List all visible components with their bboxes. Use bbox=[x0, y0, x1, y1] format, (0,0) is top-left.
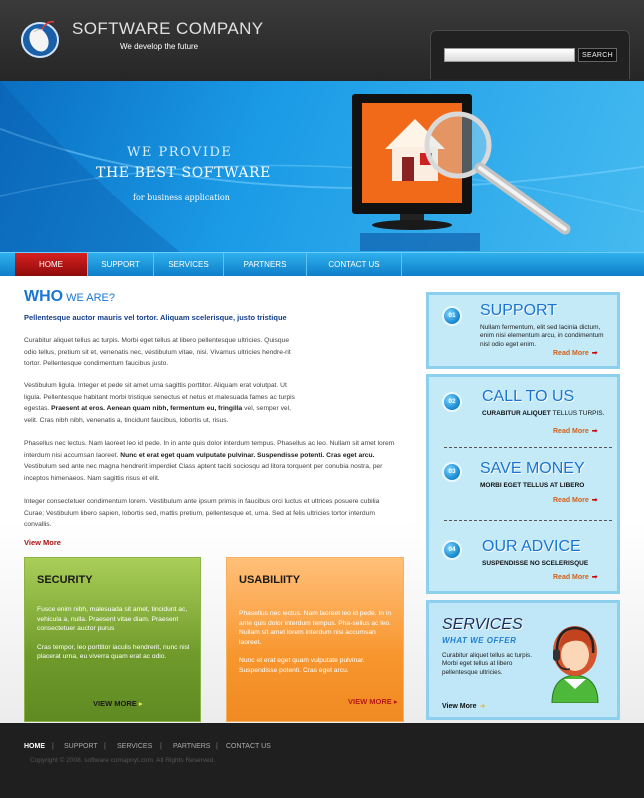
security-box: SECURITY Fusce enim nibh, malesuada sit … bbox=[24, 557, 201, 722]
info-panel: 02 CALL TO US CURABITUR ALIQUET TELLUS T… bbox=[426, 374, 620, 594]
arrow-right-icon: ➡ bbox=[591, 574, 598, 581]
services-title: SERVICES bbox=[442, 616, 523, 633]
save-title: SAVE MONEY bbox=[480, 460, 585, 477]
section-subtitle: Pellentesque auctor mauris vel tortor. A… bbox=[24, 313, 287, 322]
arrow-right-icon: ➡ bbox=[591, 428, 598, 435]
banner-line-3: for business application bbox=[133, 193, 230, 202]
footer-separator: | bbox=[104, 743, 106, 750]
number-badge-03: 03 bbox=[442, 462, 462, 482]
advice-title: OUR ADVICE bbox=[482, 538, 581, 555]
footer-link-support[interactable]: SUPPORT bbox=[64, 743, 98, 750]
company-tagline: We develop the future bbox=[120, 42, 199, 51]
footer-separator: | bbox=[52, 743, 54, 750]
call-text: CURABITUR ALIQUET TELLUS TURPIS. bbox=[482, 410, 605, 417]
usability-view-more[interactable]: VIEW MORE ▸ bbox=[348, 697, 398, 706]
services-panel: SERVICES WHAT WE OFFER Curabitur aliquet… bbox=[426, 600, 620, 720]
search-button[interactable]: SEARCH bbox=[578, 48, 617, 62]
services-view-more[interactable]: View More ➜ bbox=[442, 702, 485, 710]
paragraph-3: Phasellus nec lectus. Nam laoreet leo id… bbox=[24, 440, 395, 482]
security-title: SECURITY bbox=[37, 574, 93, 586]
support-panel: 01 SUPPORT Nullam fermentum, elit sed la… bbox=[426, 292, 620, 369]
paragraph-4: Integer consectetuer condimentum lorem. … bbox=[24, 498, 380, 528]
arrow-right-icon: ▸ bbox=[393, 697, 398, 706]
search-panel: SEARCH bbox=[430, 30, 630, 79]
view-more-link[interactable]: View More bbox=[24, 538, 61, 547]
copyright: Copyright © 2008. software comapnyt.com.… bbox=[30, 757, 216, 764]
nav-home[interactable]: HOME bbox=[15, 253, 88, 277]
nav-partners[interactable]: PARTNERS bbox=[224, 253, 307, 277]
arrow-right-icon: ➡ bbox=[591, 350, 598, 357]
main-content: WHO WE ARE? Pellentesque auctor mauris ve… bbox=[0, 276, 644, 723]
nav-services[interactable]: SERVICES bbox=[154, 253, 224, 277]
nav-contact[interactable]: CONTACT US bbox=[307, 253, 402, 277]
save-read-more[interactable]: Read More ➡ bbox=[553, 496, 598, 504]
usability-title: USABILIITY bbox=[239, 574, 301, 586]
usability-box: USABILIITY Phasellus nec lectus. Nam lao… bbox=[226, 557, 404, 722]
advice-read-more[interactable]: Read More ➡ bbox=[553, 573, 598, 581]
arrow-right-icon: ➡ bbox=[591, 497, 598, 504]
footer-link-services[interactable]: SERVICES bbox=[117, 743, 152, 750]
footer: HOME | SUPPORT | SERVICES | PARTNERS | C… bbox=[0, 723, 644, 798]
footer-link-partners[interactable]: PARTNERS bbox=[173, 743, 210, 750]
save-text: MORBI EGET TELLUS AT LIBERO bbox=[480, 482, 585, 489]
footer-link-home[interactable]: HOME bbox=[24, 743, 45, 750]
support-title: SUPPORT bbox=[480, 302, 558, 319]
footer-separator: | bbox=[216, 743, 218, 750]
search-input[interactable] bbox=[444, 48, 575, 62]
company-name: SOFTWARE COMPANY bbox=[72, 19, 264, 38]
services-subtitle: WHAT WE OFFER bbox=[442, 636, 517, 645]
call-read-more[interactable]: Read More ➡ bbox=[553, 427, 598, 435]
main-nav: HOME SUPPORT SERVICES PARTNERS CONTACT U… bbox=[0, 252, 644, 277]
footer-separator: | bbox=[160, 743, 162, 750]
banner-line-1: WE PROVIDE bbox=[127, 145, 233, 160]
services-text: Curabitur aliquet tellus ac turpis. Morb… bbox=[442, 652, 532, 676]
nav-support[interactable]: SUPPORT bbox=[88, 253, 154, 277]
hero-banner: WE PROVIDE THE BEST SOFTWARE for busines… bbox=[0, 81, 644, 252]
support-text: Nullam fermentum, elit sed lacinia dictu… bbox=[480, 324, 604, 348]
advice-text: SUSPENDISSE NO SCELERISQUE bbox=[482, 560, 589, 567]
arrow-right-icon: ▸ bbox=[138, 699, 143, 708]
call-title: CALL TO US bbox=[482, 388, 575, 405]
paragraph-2: Vestibulum ligula. Integer et pede sit a… bbox=[24, 382, 295, 424]
number-badge-01: 01 bbox=[442, 306, 462, 326]
usability-text: Phasellus nec lectus. Nam laoreet leo id… bbox=[239, 610, 392, 674]
support-agent-icon bbox=[551, 626, 599, 703]
security-text: Fusce enim nibh, malesuada sit amet, tin… bbox=[37, 606, 190, 660]
security-view-more[interactable]: VIEW MORE ▸ bbox=[93, 699, 143, 708]
divider bbox=[444, 447, 612, 448]
header: SOFTWARE COMPANY We develop the future S… bbox=[0, 0, 644, 81]
banner-line-2: THE BEST SOFTWARE bbox=[96, 165, 271, 181]
support-read-more[interactable]: Read More ➡ bbox=[553, 349, 598, 357]
number-badge-04: 04 bbox=[442, 540, 462, 560]
paragraph-1: Curabitur aliquet tellus ac turpis. Morb… bbox=[24, 337, 291, 367]
mouse-logo-icon bbox=[21, 20, 59, 58]
section-title: WHO WE ARE? bbox=[24, 288, 116, 305]
arrow-right-icon: ➜ bbox=[479, 703, 486, 710]
number-badge-02: 02 bbox=[442, 392, 462, 412]
footer-link-contact[interactable]: CONTACT US bbox=[226, 743, 271, 750]
divider bbox=[444, 520, 612, 521]
